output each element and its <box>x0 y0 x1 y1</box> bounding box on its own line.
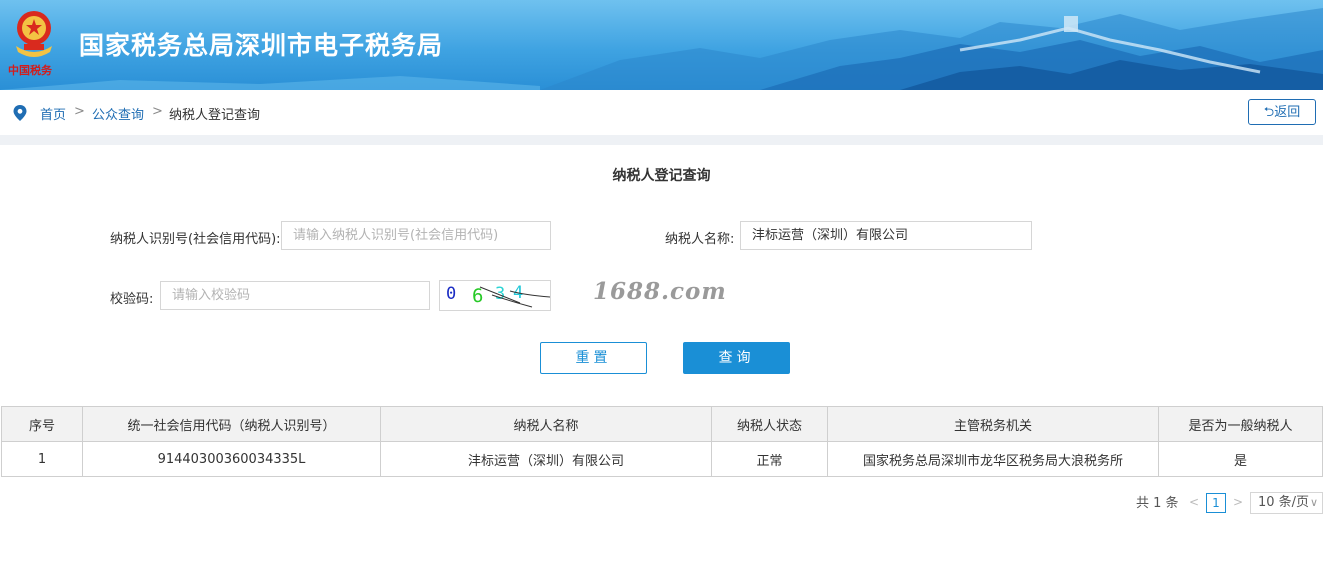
table-cell: 1 <box>1 441 83 477</box>
pagination-total: 共 1 条 <box>1136 496 1179 511</box>
page-size-select[interactable]: 10 条/页 ∨ <box>1250 492 1323 514</box>
column-header: 统一社会信用代码（纳税人识别号） <box>82 406 381 442</box>
column-header: 纳税人名称 <box>380 406 712 442</box>
back-button[interactable]: ⮌返回 <box>1248 99 1316 125</box>
table-cell: 沣标运营（深圳）有限公司 <box>380 441 712 477</box>
taxpayer-name-label: 纳税人名称: <box>665 232 735 247</box>
page-size-value: 10 条/页 <box>1258 495 1310 510</box>
captcha-input[interactable]: 请输入校验码 <box>160 281 430 310</box>
reset-button[interactable]: 重置 <box>540 342 647 374</box>
table-header-row: 序号 统一社会信用代码（纳税人识别号） 纳税人名称 纳税人状态 主管税务机关 是… <box>1 406 1323 442</box>
page-number-button[interactable]: 1 <box>1206 493 1226 513</box>
site-title: 国家税务总局深圳市电子税务局 <box>79 31 444 60</box>
query-button[interactable]: 查询 <box>683 342 790 374</box>
site-header: 中国税务 国家税务总局深圳市电子税务局 <box>0 0 1323 90</box>
table-cell: 91440300360034335L <box>82 441 381 477</box>
breadcrumb-home-link[interactable]: 首页 <box>40 104 66 123</box>
captcha-char: 6 <box>472 285 483 307</box>
column-header: 主管税务机关 <box>827 406 1159 442</box>
tax-emblem-icon <box>16 11 52 57</box>
column-header: 纳税人状态 <box>711 406 828 442</box>
emblem-caption: 中国税务 <box>8 64 52 77</box>
table-cell: 正常 <box>711 441 828 477</box>
section-divider <box>0 135 1323 145</box>
breadcrumb-separator: > <box>74 104 85 119</box>
captcha-label: 校验码: <box>110 292 154 307</box>
captcha-char: 0 <box>446 284 456 304</box>
form-title: 纳税人登记查询 <box>612 168 711 184</box>
location-pin-icon <box>13 105 27 121</box>
taxpayer-name-input[interactable]: 沣标运营（深圳）有限公司 <box>740 221 1032 250</box>
next-page-button[interactable]: > <box>1228 493 1248 513</box>
prev-page-button[interactable]: < <box>1184 493 1204 513</box>
table-cell: 是 <box>1158 441 1323 477</box>
results-table: 序号 统一社会信用代码（纳税人识别号） 纳税人名称 纳税人状态 主管税务机关 是… <box>1 406 1323 477</box>
column-header: 是否为一般纳税人 <box>1158 406 1323 442</box>
breadcrumb-separator: > <box>152 104 163 119</box>
table-cell: 国家税务总局深圳市龙华区税务局大浪税务所 <box>827 441 1159 477</box>
column-header: 序号 <box>1 406 83 442</box>
watermark-text: 1688.com <box>593 278 727 305</box>
breadcrumb-bar: 首页 > 公众查询 > 纳税人登记查询 ⮌返回 <box>0 90 1323 135</box>
breadcrumb-public-query-link[interactable]: 公众查询 <box>92 104 144 123</box>
breadcrumb-current: 纳税人登记查询 <box>169 108 261 123</box>
captcha-image[interactable]: 0 6 3 4 <box>439 280 551 311</box>
taxpayer-id-input[interactable]: 请输入纳税人识别号(社会信用代码) <box>281 221 551 250</box>
chevron-down-icon: ∨ <box>1309 496 1318 509</box>
taxpayer-id-label: 纳税人识别号(社会信用代码): <box>110 232 281 247</box>
table-row: 1 91440300360034335L 沣标运营（深圳）有限公司 正常 国家税… <box>1 441 1323 477</box>
